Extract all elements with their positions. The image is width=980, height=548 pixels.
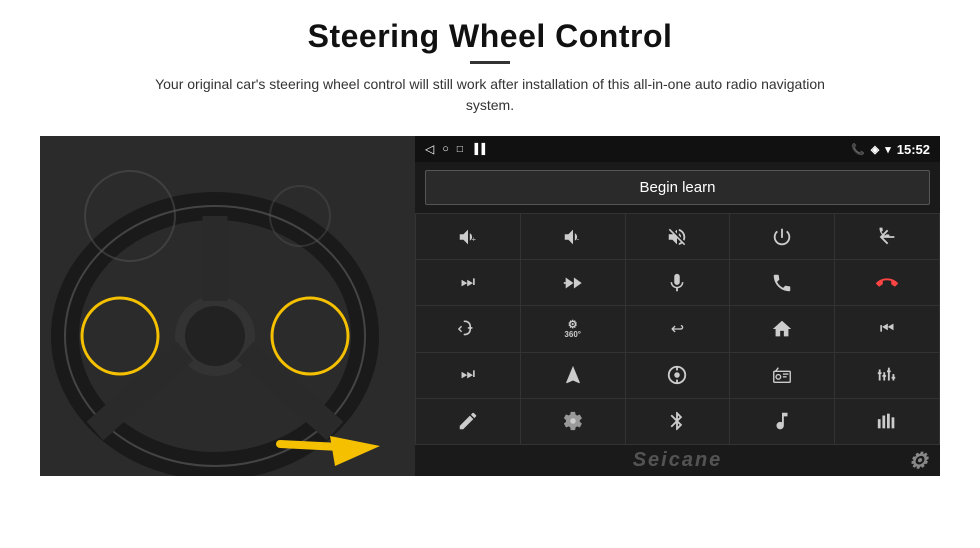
source-button[interactable]: [626, 353, 730, 398]
status-bar: ◁ ○ □ ▐▐ 📞 ◈ ▾ 15:52: [415, 136, 940, 162]
home-button[interactable]: [730, 306, 834, 351]
seicane-watermark-text: Seicane: [633, 449, 723, 471]
status-bar-left: ◁ ○ □ ▐▐: [425, 142, 485, 156]
page-title: Steering Wheel Control: [140, 18, 840, 55]
skip-next-button[interactable]: ⏭: [416, 260, 520, 305]
title-section: Steering Wheel Control Your original car…: [140, 18, 840, 130]
bluetooth-button[interactable]: [626, 399, 730, 444]
edit-button[interactable]: [416, 399, 520, 444]
wifi-icon: ▾: [885, 143, 891, 156]
skip-back-button[interactable]: ⏮: [835, 306, 939, 351]
music-button[interactable]: [730, 399, 834, 444]
title-divider: [470, 61, 510, 64]
back-button[interactable]: ↩: [626, 306, 730, 351]
microphone-button[interactable]: [626, 260, 730, 305]
signal-icon: ▐▐: [471, 144, 485, 155]
skip-forward-button[interactable]: ⏭: [416, 353, 520, 398]
begin-learn-button[interactable]: Begin learn: [425, 170, 930, 205]
view-360-button[interactable]: ⚙ 360°: [521, 306, 625, 351]
page-subtitle: Your original car's steering wheel contr…: [140, 74, 840, 116]
phone-prev-button[interactable]: [835, 214, 939, 259]
recent-nav-icon[interactable]: □: [457, 144, 463, 155]
location-icon: ◈: [871, 143, 879, 156]
content-row: ◁ ○ □ ▐▐ 📞 ◈ ▾ 15:52 Begin learn: [40, 136, 940, 476]
call-button[interactable]: [730, 260, 834, 305]
phone-status-icon: 📞: [851, 143, 865, 156]
svg-text:-: -: [576, 234, 579, 243]
volume-up-button[interactable]: +: [416, 214, 520, 259]
back-nav-icon[interactable]: ◁: [425, 142, 434, 156]
controls-grid: + - ⏭: [415, 213, 940, 445]
watermark-bar: Seicane ⚙: [415, 445, 940, 476]
gear-icon[interactable]: ⚙: [908, 448, 930, 474]
svg-text:+: +: [472, 234, 476, 243]
audio-levels-button[interactable]: [835, 399, 939, 444]
radio-button[interactable]: [730, 353, 834, 398]
mute-button[interactable]: [626, 214, 730, 259]
head-unit: ◁ ○ □ ▐▐ 📞 ◈ ▾ 15:52 Begin learn: [415, 136, 940, 476]
steering-wheel-image: [40, 136, 415, 476]
begin-learn-row: Begin learn: [415, 162, 940, 213]
status-bar-right: 📞 ◈ ▾ 15:52: [851, 142, 930, 157]
end-call-button[interactable]: [835, 260, 939, 305]
fast-fwd-button[interactable]: [521, 260, 625, 305]
equalizer-button[interactable]: [835, 353, 939, 398]
speaker-button[interactable]: [416, 306, 520, 351]
clock: 15:52: [897, 142, 930, 157]
page-wrapper: Steering Wheel Control Your original car…: [0, 0, 980, 548]
navigation-button[interactable]: [521, 353, 625, 398]
home-nav-icon[interactable]: ○: [442, 143, 449, 155]
volume-down-button[interactable]: -: [521, 214, 625, 259]
power-button[interactable]: [730, 214, 834, 259]
settings-button[interactable]: [521, 399, 625, 444]
